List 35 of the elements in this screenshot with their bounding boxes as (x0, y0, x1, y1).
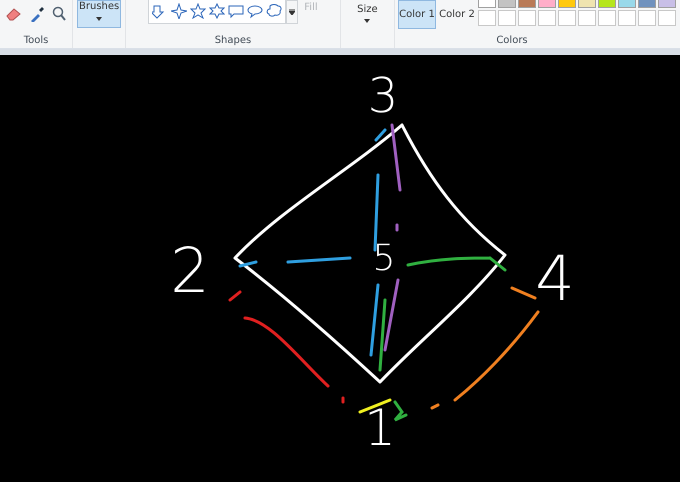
node-label: 1 (364, 399, 396, 457)
empty-swatch[interactable] (498, 10, 516, 26)
empty-swatch[interactable] (638, 10, 656, 26)
node-label: 4 (535, 242, 575, 315)
shape-icon[interactable] (266, 3, 282, 19)
shape-icon[interactable] (209, 3, 226, 19)
color-picker-icon[interactable] (30, 6, 44, 22)
empty-swatch[interactable] (598, 10, 616, 26)
size-button[interactable]: Size (357, 4, 378, 23)
empty-swatch[interactable] (478, 10, 496, 26)
empty-swatch[interactable] (558, 10, 576, 26)
color-slot-button[interactable]: Color 2 (438, 0, 476, 29)
group-label: Colors (496, 35, 528, 46)
shape-icon[interactable] (171, 3, 188, 19)
shape-icon[interactable] (190, 3, 206, 19)
empty-swatch[interactable] (618, 10, 636, 26)
empty-swatch[interactable] (578, 10, 596, 26)
node-label: 5 (372, 238, 396, 279)
empty-swatch[interactable] (658, 10, 676, 26)
group-label: Tools (24, 35, 48, 46)
empty-swatch[interactable] (518, 10, 536, 26)
dropdown-icon (289, 8, 296, 14)
shape-icon[interactable] (228, 3, 244, 19)
color-slot-button[interactable]: Color 1 (398, 0, 436, 29)
group-label: Shapes (214, 35, 252, 46)
node-label: 3 (368, 68, 398, 124)
magnifier-icon[interactable] (52, 6, 66, 22)
empty-swatch[interactable] (538, 10, 556, 26)
caret-icon (364, 19, 370, 23)
shape-icon[interactable] (247, 3, 264, 19)
node-label: 2 (170, 234, 210, 307)
gallery-more-button[interactable] (286, 0, 298, 24)
brushes-button[interactable]: Brushes (77, 0, 122, 28)
caret-icon (96, 17, 102, 21)
eraser-icon[interactable] (6, 7, 22, 21)
